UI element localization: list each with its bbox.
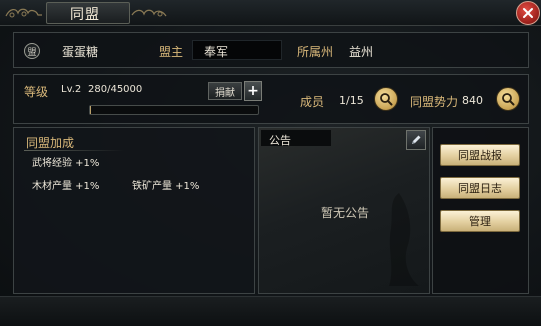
exp-progress-fill [90, 106, 92, 114]
bonus-item: 武将经验 +1% [32, 158, 100, 169]
close-icon [523, 8, 533, 18]
bonus-title-divider [24, 150, 124, 151]
members-value: 1/15 [339, 94, 364, 107]
leader-name[interactable]: 奉军 [204, 43, 228, 60]
power-value: 840 [462, 94, 483, 107]
bonus-item: 木材产量 +1% [32, 181, 100, 192]
level-value: Lv.2 [61, 84, 82, 95]
state-value: 益州 [349, 45, 374, 59]
power-label: 同盟势力 [410, 95, 459, 109]
level-label: 等级 [24, 85, 49, 99]
title-bar: 同盟 [0, 0, 541, 26]
leader-label: 盟主 [159, 45, 184, 59]
donate-button[interactable]: 捐献 [208, 82, 242, 100]
edit-notice-button[interactable] [406, 130, 426, 150]
search-icon [380, 93, 393, 106]
battle-report-button[interactable]: 同盟战报 [440, 144, 520, 166]
cloud-ornament-icon [131, 9, 167, 17]
alliance-bonus-panel: 同盟加成 武将经验 +1% 木材产量 +1% 铁矿产量 +1% [13, 127, 255, 294]
view-power-button[interactable] [496, 87, 520, 111]
manage-button[interactable]: 管理 [440, 210, 520, 232]
notice-title: 公告 [269, 134, 291, 147]
donate-plus-button[interactable]: + [244, 81, 262, 101]
page-title: 同盟 [70, 7, 100, 23]
alliance-log-button[interactable]: 同盟日志 [440, 177, 520, 199]
bottom-strip [0, 296, 541, 326]
pencil-icon [412, 135, 421, 144]
close-button[interactable] [516, 1, 540, 25]
alliance-name: 蛋蛋糖 [62, 45, 99, 59]
exp-value: 280/45000 [88, 84, 143, 95]
cloud-ornament-icon [5, 8, 42, 18]
alliance-info-bar: 盟 蛋蛋糖 盟主 奉军 所属州 益州 [13, 32, 529, 68]
state-label: 所属州 [297, 45, 334, 59]
alliance-seal-icon: 盟 [24, 43, 40, 59]
exp-progress-bar [89, 105, 259, 115]
view-members-button[interactable] [374, 87, 398, 111]
alliance-window: 同盟 盟 蛋蛋糖 盟主 奉军 所属州 益州 等级 Lv.2 280/45000 … [0, 0, 541, 326]
notice-empty-text: 暂无公告 [320, 206, 369, 220]
bonus-title: 同盟加成 [26, 136, 75, 150]
background-figure-decoration [389, 193, 419, 286]
members-label: 成员 [300, 95, 325, 109]
bonus-item: 铁矿产量 +1% [132, 181, 200, 192]
search-icon [502, 93, 515, 106]
alliance-level-bar: 等级 Lv.2 280/45000 捐献 + 成员 1/15 同盟势力 840 [13, 74, 529, 124]
notice-panel: 公告 暂无公告 [258, 127, 430, 294]
